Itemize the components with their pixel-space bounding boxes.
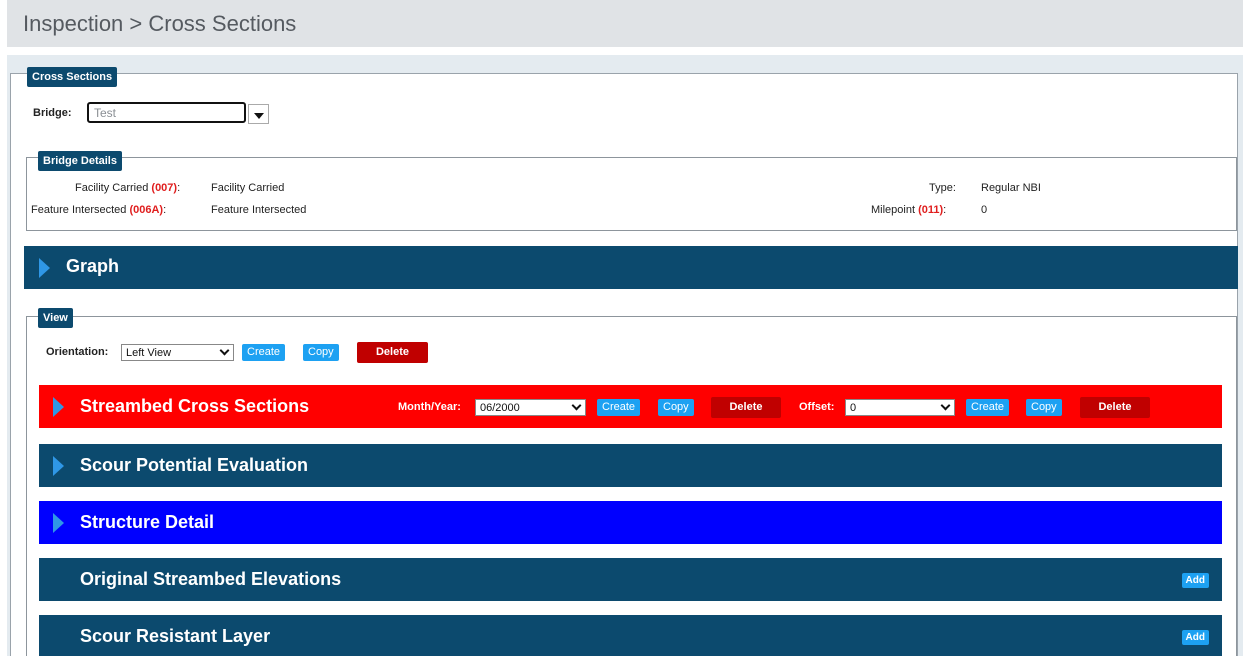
facility-carried-value: Facility Carried xyxy=(211,182,285,194)
orientation-value: Left View xyxy=(126,347,172,359)
scour-resistant-title: Scour Resistant Layer xyxy=(80,626,271,646)
bridge-details-panel xyxy=(26,157,1237,231)
month-year-delete-button[interactable]: Delete xyxy=(711,397,781,418)
milepoint-code: (011) xyxy=(918,204,944,216)
streambed-cross-sections-header[interactable]: Streambed Cross Sections Month/Year: 06/… xyxy=(39,385,1222,428)
feature-intersected-label-group: Feature Intersected (006A): xyxy=(31,204,166,216)
expand-triangle-icon xyxy=(53,397,64,417)
cross-sections-legend: Cross Sections xyxy=(27,67,118,87)
scour-resistant-add-button[interactable]: Add xyxy=(1181,630,1209,645)
view-copy-button[interactable]: Copy xyxy=(303,344,339,361)
original-streambed-add-button[interactable]: Add xyxy=(1181,573,1209,588)
view-create-button[interactable]: Create xyxy=(242,344,286,361)
facility-carried-label-group: Facility Carried (007): xyxy=(75,182,180,194)
chevron-down-icon xyxy=(219,345,230,356)
facility-carried-code: (007) xyxy=(151,182,178,194)
offset-create-button[interactable]: Create xyxy=(966,399,1010,416)
graph-title: Graph xyxy=(66,256,120,276)
feature-intersected-value: Feature Intersected xyxy=(211,204,307,216)
page-title: Inspection > Cross Sections xyxy=(23,11,297,36)
original-streambed-title: Original Streambed Elevations xyxy=(80,569,342,589)
facility-carried-colon: : xyxy=(177,182,181,194)
month-year-copy-button[interactable]: Copy xyxy=(658,399,694,416)
orientation-select[interactable]: Left View xyxy=(121,344,234,361)
offset-label: Offset: xyxy=(799,401,835,413)
month-year-label: Month/Year: xyxy=(398,401,461,413)
offset-copy-button[interactable]: Copy xyxy=(1026,399,1062,416)
title-bar: Inspection > Cross Sections xyxy=(7,0,1243,47)
month-year-select[interactable]: 06/2000 xyxy=(475,399,586,416)
expand-triangle-icon xyxy=(53,513,64,533)
type-label: Type: xyxy=(929,182,956,194)
feature-intersected-label: Feature Intersected xyxy=(31,204,130,216)
scour-potential-evaluation-header[interactable]: Scour Potential Evaluation xyxy=(39,444,1222,487)
bridge-label: Bridge: xyxy=(33,107,72,119)
offset-delete-button[interactable]: Delete xyxy=(1080,397,1150,418)
type-value: Regular NBI xyxy=(981,182,1041,194)
original-streambed-elevations-header: Original Streambed Elevations Add xyxy=(39,558,1222,601)
offset-select[interactable]: 0 xyxy=(845,399,955,416)
bridge-details-legend: Bridge Details xyxy=(38,151,122,171)
feature-intersected-code: (006A) xyxy=(129,204,164,216)
scour-resistant-layer-header: Scour Resistant Layer Add xyxy=(39,615,1222,656)
orientation-label: Orientation: xyxy=(46,346,109,358)
milepoint-label: Milepoint xyxy=(871,204,919,216)
feature-intersected-colon: : xyxy=(163,204,167,216)
chevron-down-icon xyxy=(940,400,951,411)
structure-detail-title: Structure Detail xyxy=(80,512,215,532)
structure-detail-header[interactable]: Structure Detail xyxy=(39,501,1222,544)
expand-triangle-icon xyxy=(39,258,50,278)
bridge-input[interactable]: Test xyxy=(87,102,246,123)
scour-potential-title: Scour Potential Evaluation xyxy=(80,455,309,475)
bridge-dropdown-button[interactable] xyxy=(248,104,269,124)
chevron-down-icon xyxy=(571,400,582,411)
view-legend: View xyxy=(38,308,73,328)
offset-value: 0 xyxy=(850,402,857,414)
month-year-value: 06/2000 xyxy=(480,402,520,414)
graph-section-header[interactable]: Graph xyxy=(24,246,1238,289)
month-year-create-button[interactable]: Create xyxy=(597,399,641,416)
milepoint-label-group: Milepoint (011): xyxy=(871,204,946,216)
expand-triangle-icon xyxy=(53,456,64,476)
streambed-title: Streambed Cross Sections xyxy=(80,396,310,416)
milepoint-value: 0 xyxy=(981,204,988,216)
milepoint-colon: : xyxy=(943,204,947,216)
view-delete-button[interactable]: Delete xyxy=(357,342,428,363)
facility-carried-label: Facility Carried xyxy=(75,182,152,194)
